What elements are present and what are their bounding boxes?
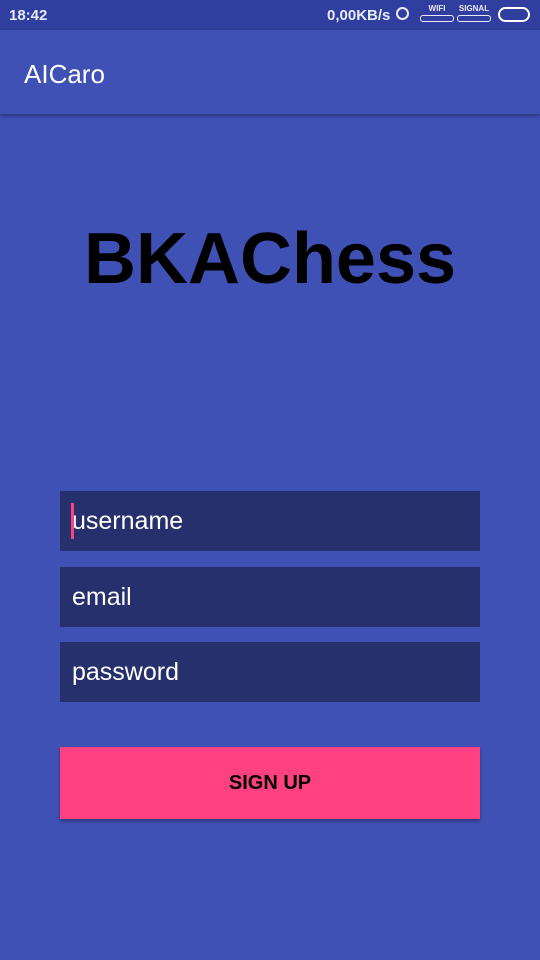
alarm-icon (396, 7, 409, 20)
network-speed: 0,00KB/s (327, 7, 391, 24)
wifi-label: WIFI (428, 4, 446, 13)
username-input[interactable] (60, 491, 480, 551)
signup-button[interactable]: SIGN UP (60, 747, 480, 819)
email-input[interactable] (60, 567, 480, 627)
battery-icon (498, 7, 530, 22)
password-input[interactable] (60, 642, 480, 702)
app-title: AICaro (24, 59, 105, 89)
signal-icon: SIGNAL (457, 4, 491, 22)
app-logo-text: BKAChess (83, 219, 457, 299)
signal-label: SIGNAL (458, 4, 490, 13)
wifi-icon: WIFI (420, 4, 454, 22)
status-time: 18:42 (9, 7, 48, 24)
status-bar: 18:42 0,00KB/s WIFI SIGNAL (0, 0, 540, 30)
app-bar: AICaro (0, 30, 540, 114)
text-cursor (71, 503, 74, 539)
